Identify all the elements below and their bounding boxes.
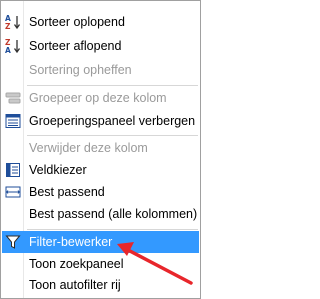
menu-separator xyxy=(27,229,198,230)
menu-separator xyxy=(27,85,198,86)
menu-item-label: Sorteer aflopend xyxy=(29,39,122,53)
menu-item-filter-editor[interactable]: Filter-bewerker xyxy=(2,231,199,253)
menu-item-label: Verwijder deze kolom xyxy=(29,141,148,155)
menu-item-label: Filter-bewerker xyxy=(29,235,113,249)
sort-descending-icon: Z A xyxy=(5,38,21,55)
filter-funnel-icon xyxy=(5,234,21,250)
group-panel-icon xyxy=(5,113,21,129)
menu-item-best-fit-all-columns[interactable]: Best passend (alle kolommen) xyxy=(2,203,199,225)
menu-item-hide-group-panel[interactable]: Groeperingspaneel verbergen xyxy=(2,110,199,132)
menu-item-label: Best passend (alle kolommen) xyxy=(29,207,198,221)
sort-ascending-icon: A Z xyxy=(5,14,21,31)
best-fit-icon xyxy=(5,184,21,200)
menu-item-remove-column[interactable]: Verwijder deze kolom xyxy=(2,137,199,159)
menu-item-label: Groepeer op deze kolom xyxy=(29,91,167,105)
column-context-menu: A Z Sorteer oplopend Z A Sorteer aflopen… xyxy=(0,0,201,299)
menu-item-label: Sortering opheffen xyxy=(29,63,132,77)
menu-item-group-by-column[interactable]: Groepeer op deze kolom xyxy=(2,87,199,109)
menu-item-field-chooser[interactable]: Veldkiezer xyxy=(2,159,199,181)
menu-item-sort-ascending[interactable]: A Z Sorteer oplopend xyxy=(2,11,199,33)
field-chooser-icon xyxy=(5,162,21,178)
svg-text:Z: Z xyxy=(5,22,11,30)
menu-item-label: Best passend xyxy=(29,185,105,199)
menu-item-label: Veldkiezer xyxy=(29,163,87,177)
menu-item-best-fit[interactable]: Best passend xyxy=(2,181,199,203)
menu-item-clear-sorting[interactable]: Sortering opheffen xyxy=(2,59,199,81)
menu-item-show-search-panel[interactable]: Toon zoekpaneel xyxy=(2,253,199,275)
svg-text:A: A xyxy=(5,46,11,54)
menu-item-label: Toon zoekpaneel xyxy=(29,257,124,271)
menu-item-label: Sorteer oplopend xyxy=(29,15,125,29)
group-by-column-icon xyxy=(5,90,21,106)
menu-item-sort-descending[interactable]: Z A Sorteer aflopend xyxy=(2,35,199,57)
menu-separator xyxy=(27,135,198,136)
menu-item-label: Groeperingspaneel verbergen xyxy=(29,114,196,128)
menu-item-label: Toon autofilter rij xyxy=(29,278,121,292)
menu-item-show-autofilter-row[interactable]: Toon autofilter rij xyxy=(2,274,199,296)
